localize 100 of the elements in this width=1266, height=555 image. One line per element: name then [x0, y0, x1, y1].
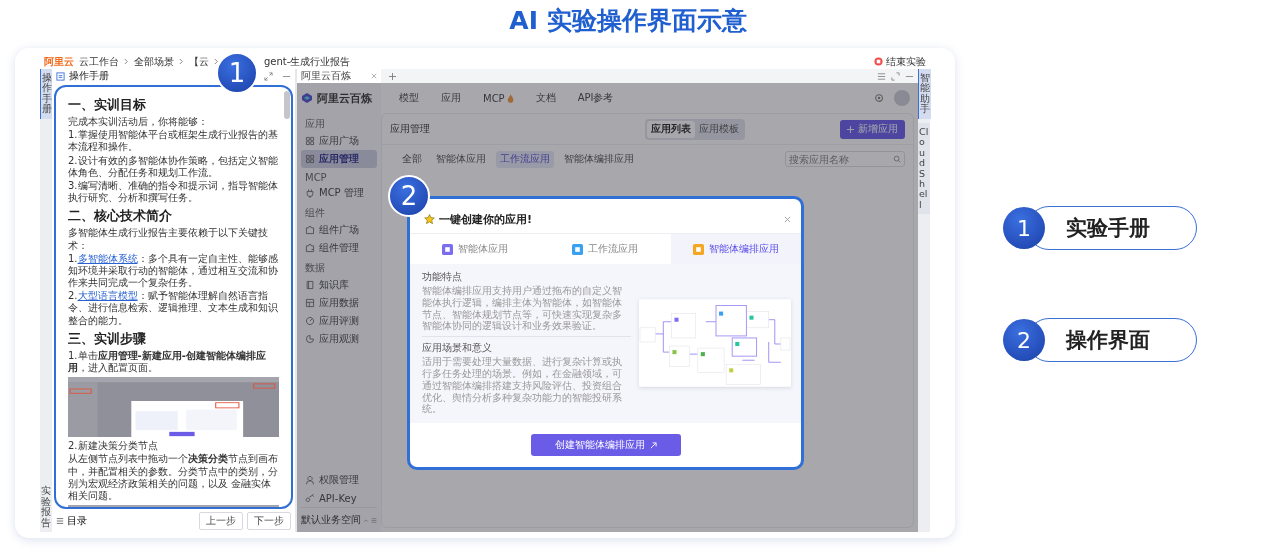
- breadcrumb-link[interactable]: 【云: [189, 54, 209, 69]
- panel-title: 操作手册: [69, 70, 109, 83]
- sidebar-item[interactable]: 组件广场: [301, 221, 377, 239]
- flame-icon: [506, 93, 514, 103]
- nav-link[interactable]: 文档: [535, 91, 556, 105]
- side-tab[interactable]: Cloud Shell: [918, 122, 930, 215]
- brand-logo-icon: [301, 92, 313, 104]
- browser-tab[interactable]: 阿里云百炼: [297, 69, 381, 83]
- plug-icon: [305, 188, 315, 198]
- section-title: 功能特点: [422, 270, 463, 284]
- filter-tab[interactable]: 智能体编排应用: [560, 150, 638, 168]
- book-icon: [305, 280, 315, 290]
- view-toggle[interactable]: 应用模板: [695, 120, 743, 138]
- expand-icon[interactable]: [891, 71, 900, 81]
- sidebar-item[interactable]: 权限管理: [301, 471, 377, 489]
- step-number-badge: 2: [1003, 319, 1045, 361]
- breadcrumb-link[interactable]: gent-生成行业报告: [264, 54, 351, 69]
- menu-icon[interactable]: [877, 71, 886, 81]
- filter-tab[interactable]: 工作流应用: [496, 150, 554, 168]
- sidebar-item[interactable]: 应用评测: [301, 312, 377, 330]
- section-heading: 二、核心技术简介: [68, 207, 173, 226]
- sidebar-item[interactable]: 应用广场: [301, 132, 377, 150]
- term-link[interactable]: 大型语言模型: [77, 290, 138, 302]
- breadcrumb-link[interactable]: 云工作台: [79, 54, 119, 69]
- plus-icon: [847, 125, 854, 133]
- manual-paragraph: 多智能体生成行业报告主要依赖于以下关键技术：: [68, 227, 269, 252]
- grid-icon: [305, 154, 315, 164]
- manual-paragraph: 2.大型语言模型：赋予智能体理解自然语言指令、进行信息检索、逻辑推理、文本生成和知识整合的能力。: [68, 290, 279, 327]
- term-link[interactable]: 多智能体系统: [77, 252, 138, 264]
- close-icon[interactable]: [784, 215, 791, 223]
- app-type-tab[interactable]: 智能体编排应用: [670, 234, 801, 264]
- chevron-icon: [124, 58, 129, 65]
- settings-icon[interactable]: [874, 93, 884, 103]
- view-toggle[interactable]: 应用列表: [647, 120, 695, 138]
- new-app-button[interactable]: 新增应用: [840, 119, 905, 139]
- sidebar-heading: 数据: [305, 261, 326, 275]
- section-description: 智能体编排应用支持用户通过拖布的自定义智能体执行逻辑，编排主体为智能体，如智能体节点、智能体规划节点等，可快速实现复杂多智能体协同的逻辑设计和业务效果验证。: [422, 285, 623, 333]
- section-description: 适用于需要处理大量数据、进行复杂计算或执行多任务处理的场景。例如，在金融领域，可通过智能体编排搭建支持风险评估、投资组合优化、舆情分析多种复杂功能力的智能投研系统。: [422, 356, 623, 416]
- filter-tab[interactable]: 全部: [398, 150, 426, 168]
- filter-tab[interactable]: 智能体应用: [432, 150, 490, 168]
- breadcrumb-link[interactable]: 全部场景: [134, 54, 174, 69]
- step-number-badge: 1: [1003, 207, 1045, 249]
- sidebar-heading: MCP: [305, 172, 328, 183]
- gauge-icon: [305, 316, 315, 326]
- manual-paragraph: 完成本实训活动后，你将能够：: [68, 116, 209, 129]
- nav-link[interactable]: API参考: [577, 91, 614, 105]
- app-type-tab[interactable]: 工作流应用: [540, 234, 671, 264]
- user-icon: [305, 475, 315, 485]
- nav-link[interactable]: 应用: [441, 91, 461, 105]
- key-icon: [305, 493, 315, 503]
- sidebar-heading: 应用: [305, 117, 326, 131]
- dialog-title: 一键创建你的应用!: [439, 211, 533, 227]
- sidebar-item[interactable]: 知识库: [301, 276, 377, 294]
- search-icon: [893, 155, 901, 163]
- manual-paragraph: 从左侧节点列表中拖动一个决策分类节点到画布中，并配置相关的参数。分类节点中的类别，分别为宏观经济政策相关的问题，以及 金融实体相关问题。: [68, 453, 279, 503]
- sidebar-item[interactable]: MCP 管理: [301, 184, 377, 202]
- search-field[interactable]: 搜索应用名称: [785, 151, 905, 167]
- step-button[interactable]: 下一步: [247, 512, 291, 530]
- arrow-icon: [649, 441, 657, 449]
- star-icon: [424, 213, 435, 225]
- manual-paragraph: 1.掌握使用智能体平台或框架生成行业报告的基本流程和操作。: [68, 129, 279, 154]
- sidebar-item[interactable]: 组件管理: [301, 239, 377, 257]
- sidebar-item[interactable]: 应用管理: [301, 150, 377, 168]
- page-heading: 应用管理: [390, 122, 430, 136]
- step-button[interactable]: 上一步: [199, 512, 243, 530]
- workspace-selector[interactable]: 默认业务空间: [301, 513, 361, 527]
- avatar[interactable]: [894, 90, 910, 106]
- brand-name: 阿里云百炼: [317, 90, 372, 106]
- app-type-tab[interactable]: 智能体应用: [410, 234, 541, 264]
- scrollbar-thumb[interactable]: [284, 91, 290, 119]
- section-heading: 三、实训步骤: [68, 329, 147, 348]
- create-app-button[interactable]: 创建智能体编排应用: [530, 434, 681, 457]
- chevron-icon: [214, 58, 219, 65]
- expand-icon[interactable]: [264, 72, 273, 81]
- table-icon: [305, 298, 315, 308]
- sidebar-item[interactable]: API-Key: [301, 489, 377, 507]
- toc-button[interactable]: 目录: [56, 514, 87, 528]
- nav-link[interactable]: 模型: [399, 91, 419, 105]
- manual-paragraph: 3.编写清晰、准确的指令和提示词，指导智能体执行研究、分析和撰写任务。: [68, 179, 279, 205]
- sidebar-item[interactable]: 应用数据: [301, 294, 377, 312]
- sidebar-item[interactable]: 应用观测: [301, 330, 377, 348]
- manual-paragraph: 2.设计有效的多智能体协作策略，包括定义智能体角色、分配任务和规划工作流。: [68, 154, 279, 179]
- pie-icon: [305, 334, 315, 344]
- side-tab[interactable]: 操作手册: [40, 69, 53, 119]
- manual-paragraph: 1.单击应用管理-新建应用-创建智能体编排应用，进入配置页面。: [68, 349, 267, 375]
- manual-paragraph: 1.多智能体系统：多个具有一定自主性、能够感知环境并采取行动的智能体，通过相互交流和协作来共同完成一个复杂任务。: [68, 252, 279, 290]
- menu-icon[interactable]: [371, 515, 377, 525]
- end-experiment-button[interactable]: 结束实验: [874, 54, 926, 69]
- sidebar-heading: 组件: [305, 206, 326, 220]
- stop-icon: [874, 57, 883, 66]
- manual-paragraph: 2.新建决策分类节点: [68, 440, 159, 453]
- document-icon: [56, 72, 65, 81]
- section-title: 应用场景和意义: [422, 341, 493, 356]
- page-title: AI 实验操作界面示意: [508, 5, 748, 37]
- side-tab[interactable]: 智能助手: [918, 69, 931, 119]
- brand-logo: 阿里云: [44, 54, 74, 69]
- close-icon[interactable]: [371, 73, 377, 79]
- nav-link[interactable]: MCP: [483, 92, 514, 104]
- list-icon: [56, 517, 64, 525]
- new-tab-icon[interactable]: [389, 72, 396, 80]
